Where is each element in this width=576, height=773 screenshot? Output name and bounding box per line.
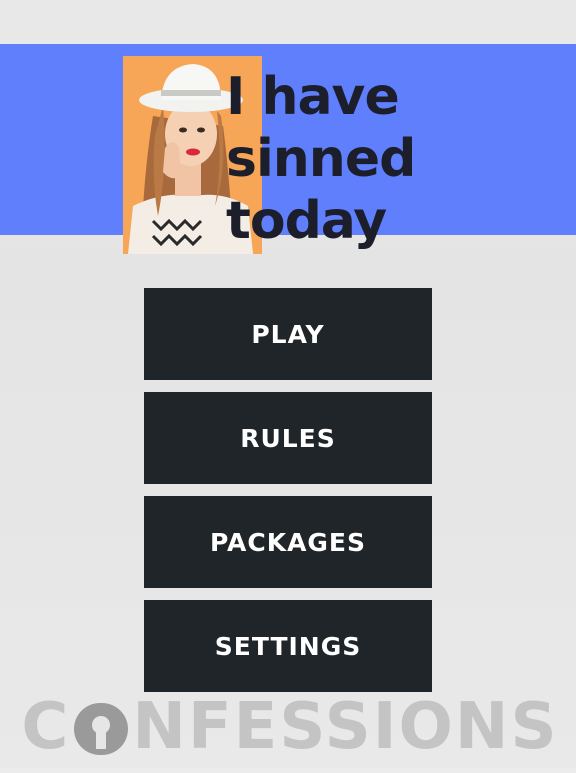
title-line-2: sinned [226,129,416,189]
settings-button[interactable]: SETTINGS [144,600,432,692]
title-line-1: I have [226,67,400,127]
confessions-logo: C NFESSIONS [20,690,560,764]
title-line-3: today [226,191,387,251]
rules-button[interactable]: RULES [144,392,432,484]
play-button[interactable]: PLAY [144,288,432,380]
app-title: I have sinned today [226,66,466,252]
top-strip [0,0,576,44]
logo-suffix: NFESSIONS [132,690,559,764]
keyhole-icon [72,699,130,755]
logo-prefix: C [21,690,71,764]
packages-button[interactable]: PACKAGES [144,496,432,588]
